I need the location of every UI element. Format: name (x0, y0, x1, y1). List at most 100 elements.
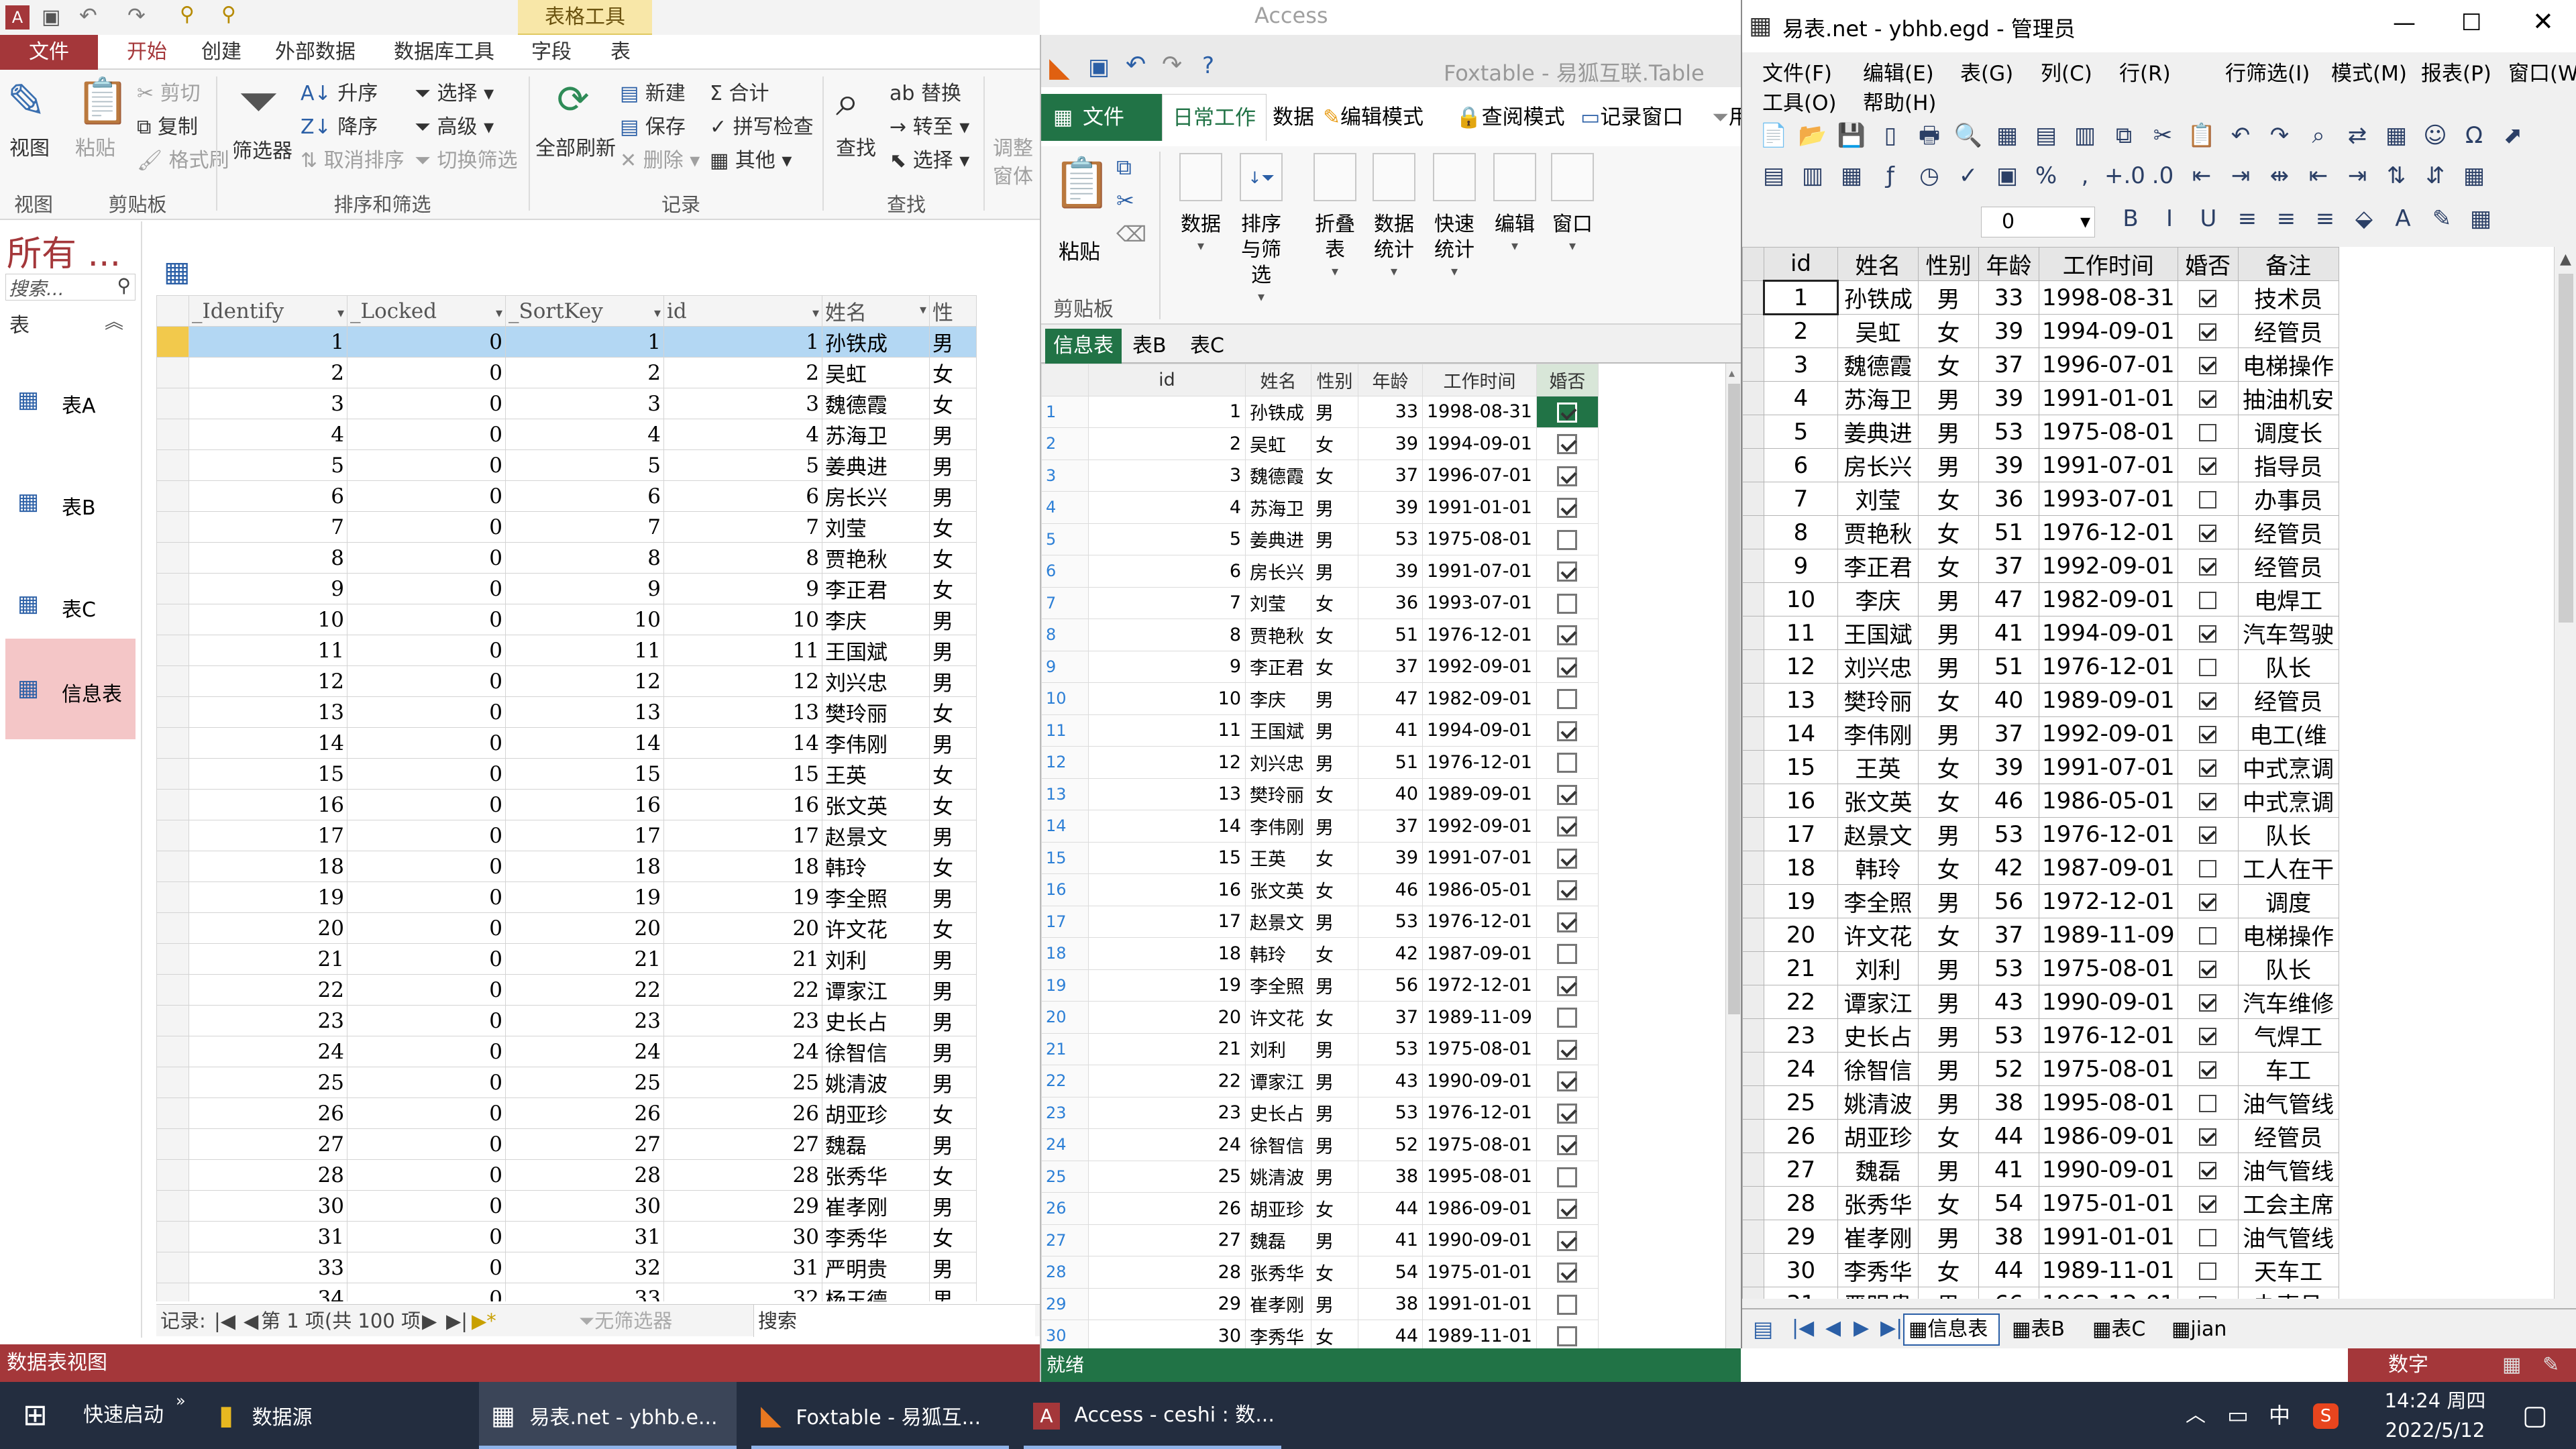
yb-corner-cell[interactable] (1742, 247, 1764, 281)
row-number[interactable]: 20 (1041, 1001, 1089, 1034)
table-cell[interactable]: 24 (189, 1036, 347, 1067)
table-cell[interactable]: 47 (1358, 682, 1423, 715)
married-cell[interactable] (2177, 1287, 2239, 1299)
bold-icon[interactable]: B (2111, 205, 2150, 232)
row-selector[interactable] (1742, 448, 1764, 482)
table-cell[interactable]: 车工 (2237, 1052, 2339, 1086)
table-cell[interactable]: 17 (1088, 905, 1246, 938)
scroll-up-icon[interactable]: ▲ (2560, 251, 2571, 268)
table-cell[interactable]: 7 (189, 511, 347, 543)
table-cell[interactable]: 29 (1764, 1220, 1838, 1254)
table-cell[interactable]: 男 (1918, 985, 1979, 1019)
married-cell[interactable] (1536, 1192, 1599, 1225)
table-cell[interactable]: 李伟刚 (1245, 810, 1311, 843)
save-record-button[interactable]: ▤ 保存 (620, 110, 686, 140)
table-cell[interactable]: 1992-09-01 (2039, 716, 2178, 751)
ime-indicator[interactable]: 中 (2269, 1382, 2290, 1449)
table-row[interactable]: 33 0 32 31 严明贵男 (156, 1252, 977, 1283)
redo-icon[interactable]: ↷ (1162, 51, 1182, 78)
table-cell[interactable]: 李伟刚 (822, 727, 930, 759)
table-cell[interactable]: 39 (1358, 491, 1423, 524)
yb-menu-item[interactable]: 编辑(E) (1863, 56, 1934, 87)
married-cell[interactable] (1536, 1065, 1599, 1097)
yb-menu-item[interactable]: 窗口(W) (2508, 56, 2576, 87)
table-cell[interactable]: 1992-09-01 (1422, 810, 1537, 843)
table-cell[interactable]: 1976-12-01 (2039, 1018, 2178, 1053)
married-cell[interactable] (1536, 523, 1599, 555)
table-cell[interactable]: 李秀华 (1245, 1320, 1311, 1348)
table-cell[interactable]: 李秀华 (1837, 1253, 1919, 1287)
table-cell[interactable]: 张秀华 (1837, 1186, 1919, 1220)
table-cell[interactable]: 樊玲丽 (1245, 777, 1311, 810)
table-cell[interactable]: 54 (1358, 1256, 1423, 1289)
table-cell[interactable]: 女 (1918, 1253, 1979, 1287)
table-row[interactable]: 19 0 19 19 李全照男 (156, 881, 977, 913)
married-checkbox[interactable] (1557, 784, 1578, 805)
access-column-header[interactable]: 姓名 ▾ (822, 295, 930, 327)
table-row[interactable]: 11 王国斌男 41 1994-09-01 汽车驾驶 (1742, 616, 2339, 650)
table-cell[interactable]: 女 (1918, 784, 1979, 818)
table-cell[interactable]: 23 (1764, 1018, 1838, 1053)
row-number[interactable]: 11 (1041, 714, 1089, 747)
row-number[interactable]: 19 (1041, 969, 1089, 1002)
table-cell[interactable]: 39 (1358, 555, 1423, 588)
spelling-button[interactable]: ✓ 拼写检查 (710, 110, 814, 140)
table-cell[interactable]: 1975-01-01 (2039, 1186, 2178, 1220)
married-checkbox[interactable] (1557, 753, 1578, 773)
row-selector[interactable] (1742, 1287, 1764, 1299)
married-checkbox[interactable] (1557, 1230, 1578, 1251)
row-selector[interactable] (156, 511, 189, 543)
table-cell[interactable]: 40 (1358, 777, 1423, 810)
row-selector[interactable] (1742, 482, 1764, 516)
table-row[interactable]: 3 0 3 3 魏德霞女 (156, 388, 977, 419)
table-cell[interactable]: 女 (1918, 347, 1979, 382)
table-row[interactable]: 31严明贵男661963-12-01 办事员 (1742, 1287, 2339, 1299)
table-cell[interactable]: 0 (347, 665, 506, 697)
table-cell[interactable]: 13 (1088, 777, 1246, 810)
row-number[interactable]: 18 (1041, 937, 1089, 970)
row-number[interactable]: 10 (1041, 682, 1089, 715)
table-cell[interactable]: 女 (1311, 427, 1358, 460)
table-cell[interactable]: 2 (189, 357, 347, 388)
table-cell[interactable]: 男 (929, 326, 977, 358)
table-cell[interactable]: 王国斌 (822, 635, 930, 666)
table-cell[interactable]: 1 (505, 326, 664, 358)
table-cell[interactable]: 女 (929, 912, 977, 944)
table-row[interactable]: 16 16 张文英女 46 1986-05-01 (1041, 873, 1599, 906)
table-cell[interactable]: 王英 (1245, 841, 1311, 874)
married-checkbox[interactable] (1557, 1039, 1578, 1060)
nav-pane-title[interactable]: 所有 ... (7, 225, 121, 276)
row-number[interactable]: 27 (1041, 1224, 1089, 1256)
table-cell[interactable]: 刘利 (1837, 951, 1919, 985)
table-cell[interactable]: 张文英 (822, 789, 930, 820)
tab-home[interactable]: 开始 (110, 35, 184, 70)
undo-icon[interactable]: ↶ (2221, 122, 2260, 149)
table-cell[interactable]: 1998-08-31 (2039, 280, 2178, 315)
table-cell[interactable]: 7 (1764, 482, 1838, 516)
table-cell[interactable]: 吴虹 (1245, 427, 1311, 460)
table-cell[interactable]: 41 (1978, 616, 2039, 650)
married-checkbox[interactable] (1557, 1135, 1578, 1155)
table-cell[interactable]: 1972-12-01 (1422, 969, 1537, 1002)
fox-column-header[interactable]: 性别 (1311, 364, 1358, 396)
row-selector[interactable] (1742, 381, 1764, 415)
table-cell[interactable]: 男 (1311, 1096, 1358, 1129)
table-row[interactable]: 1 0 1 1 孙铁成男 (156, 326, 977, 358)
table-cell[interactable]: 电工(维 (2237, 716, 2339, 751)
table-row[interactable]: 24 24 徐智信男 52 1975-08-01 (1041, 1128, 1599, 1161)
row-selector[interactable] (156, 604, 189, 635)
table-cell[interactable]: 0 (347, 851, 506, 882)
married-cell[interactable] (2177, 582, 2239, 616)
table-cell[interactable]: 男 (1918, 1220, 1979, 1254)
table-cell[interactable]: 17 (663, 820, 822, 851)
married-checkbox[interactable] (2199, 1061, 2217, 1079)
table-cell[interactable]: 1975-08-01 (2039, 951, 2178, 985)
table-cell[interactable]: 男 (929, 727, 977, 759)
married-cell[interactable] (1536, 1287, 1599, 1320)
row-selector[interactable] (1742, 851, 1764, 885)
table-cell[interactable]: 13 (189, 696, 347, 728)
row-selector[interactable] (1742, 1152, 1764, 1187)
table-cell[interactable]: 谭家江 (1245, 1065, 1311, 1097)
table-cell[interactable]: 男 (1918, 817, 1979, 851)
table-row[interactable]: 24 0 24 24 徐智信男 (156, 1036, 977, 1067)
